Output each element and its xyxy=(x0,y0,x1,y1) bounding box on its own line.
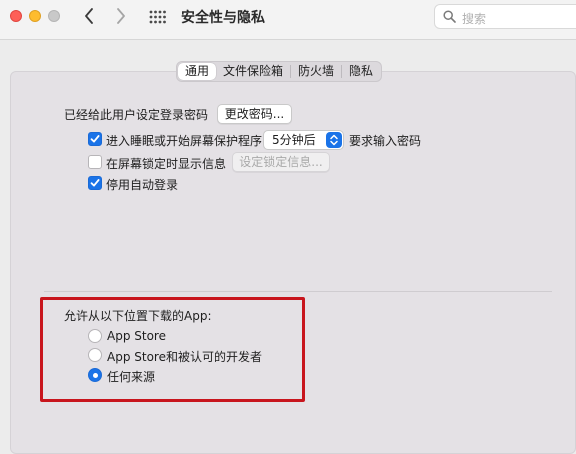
disable-auto-login-label: 停用自动登录 xyxy=(106,178,179,192)
show-all-button[interactable] xyxy=(149,9,167,24)
chevron-up-down-icon xyxy=(330,134,338,146)
password-delay-value: 5分钟后 xyxy=(272,133,316,147)
require-password-suffix: 要求输入密码 xyxy=(349,134,422,148)
checkmark-icon xyxy=(90,135,100,143)
show-message-label: 在屏幕锁定时显示信息 xyxy=(106,157,227,171)
password-delay-popup[interactable]: 5分钟后 xyxy=(263,130,344,150)
tab-privacy[interactable]: 隐私 xyxy=(342,63,380,80)
tab-firewall[interactable]: 防火墙 xyxy=(291,63,341,80)
tab-bar: 通用 文件保险箱 防火墙 隐私 xyxy=(176,61,383,82)
disable-auto-login-checkbox[interactable] xyxy=(88,176,102,190)
close-window-button[interactable] xyxy=(10,10,22,22)
radio-identified-developers[interactable] xyxy=(88,348,102,362)
tab-general[interactable]: 通用 xyxy=(178,63,217,80)
require-password-checkbox[interactable] xyxy=(88,132,102,146)
radio-app-store[interactable] xyxy=(88,329,102,343)
zoom-window-button[interactable] xyxy=(48,10,60,22)
minimize-window-button[interactable] xyxy=(29,10,41,22)
section-divider xyxy=(44,291,552,292)
content-panel xyxy=(10,71,576,454)
search-field[interactable]: 搜索 xyxy=(434,4,576,29)
toolbar: 安全性与隐私 搜索 xyxy=(0,0,576,40)
radio-anywhere-label: 任何来源 xyxy=(107,370,156,384)
chevron-left-icon xyxy=(85,8,93,24)
back-button[interactable] xyxy=(79,7,99,25)
search-placeholder: 搜索 xyxy=(462,12,487,26)
change-password-button[interactable]: 更改密码... xyxy=(217,104,292,124)
checkmark-icon xyxy=(90,179,100,187)
chevron-right-icon xyxy=(117,8,125,24)
download-sources-heading: 允许从以下位置下载的App: xyxy=(64,309,212,323)
grid-icon xyxy=(149,10,166,24)
forward-button[interactable] xyxy=(111,7,131,25)
security-privacy-window: 安全性与隐私 搜索 通用 文件保险箱 防火墙 隐私 已经给此用户设定登录密码 更… xyxy=(0,0,576,454)
radio-anywhere[interactable] xyxy=(88,368,102,382)
search-icon xyxy=(443,10,456,23)
set-lock-message-button[interactable]: 设定锁定信息... xyxy=(232,152,330,172)
require-password-label: 进入睡眠或开始屏幕保护程序 xyxy=(106,134,263,148)
window-title: 安全性与隐私 xyxy=(181,10,265,26)
password-set-label: 已经给此用户设定登录密码 xyxy=(64,108,209,122)
popup-stepper xyxy=(326,132,342,148)
tab-filevault[interactable]: 文件保险箱 xyxy=(216,63,290,80)
radio-identified-developers-label: App Store和被认可的开发者 xyxy=(107,350,262,364)
radio-app-store-label: App Store xyxy=(107,329,166,343)
show-message-checkbox[interactable] xyxy=(88,155,102,169)
